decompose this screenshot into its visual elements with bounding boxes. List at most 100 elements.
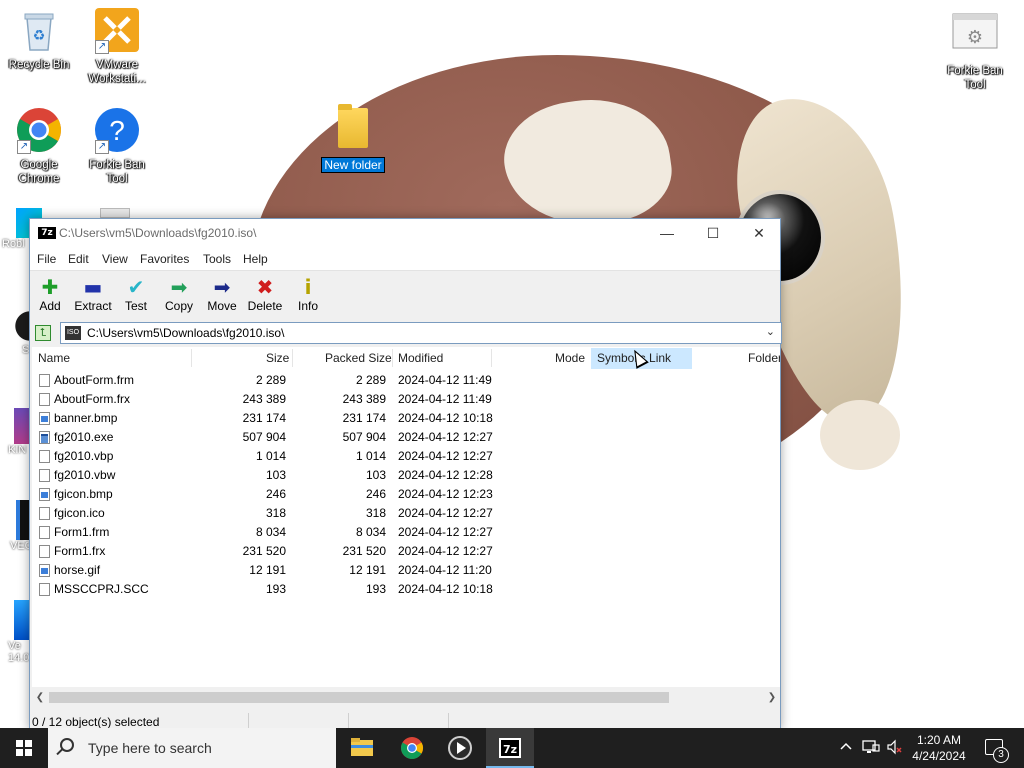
desktop-icon-label: Robl — [2, 238, 25, 250]
delete-button[interactable]: ✖ Delete — [243, 275, 287, 313]
7zip-app-icon: 7z — [38, 227, 56, 239]
file-name: fgicon.bmp — [54, 487, 113, 501]
column-divider[interactable] — [292, 349, 293, 367]
menu-edit[interactable]: Edit — [68, 252, 89, 266]
notification-badge: 3 — [993, 747, 1009, 763]
recycle-bin-icon: ♻ — [15, 6, 63, 54]
network-icon[interactable] — [862, 739, 880, 758]
column-divider[interactable] — [491, 349, 492, 367]
file-packed-size: 12 191 — [349, 563, 386, 577]
menu-file[interactable]: File — [37, 252, 56, 266]
start-button[interactable] — [0, 728, 48, 768]
desktop-icon-vmware[interactable]: ↗ VMware Workstati... — [79, 6, 155, 86]
move-label: Move — [207, 299, 237, 313]
test-button[interactable]: ✔ Test — [114, 275, 158, 313]
file-packed-size: 231 520 — [342, 544, 386, 558]
column-divider[interactable] — [191, 349, 192, 367]
copy-button[interactable]: ➡ Copy — [157, 275, 201, 313]
selection-status: 0 / 12 object(s) selected — [32, 715, 160, 729]
file-size: 2 289 — [255, 373, 286, 387]
file-list[interactable]: Name Size Packed Size Modified Mode Symb… — [32, 347, 780, 687]
table-row[interactable]: fgicon.bmp 246 246 2024-04-12 12:23 — [32, 485, 780, 504]
column-mode[interactable]: Mode — [555, 351, 585, 365]
file-packed-size: 2 289 — [355, 373, 386, 387]
chevron-up-icon[interactable] — [838, 739, 854, 758]
column-divider[interactable] — [392, 349, 393, 367]
extract-label: Extract — [74, 299, 112, 313]
file-name: Form1.frx — [54, 544, 106, 558]
info-label: Info — [297, 299, 318, 313]
horizontal-scrollbar[interactable]: ❮ ❯ — [32, 689, 780, 706]
taskbar-7zip[interactable]: 7z — [486, 728, 534, 768]
taskbar-media-player[interactable] — [436, 728, 484, 768]
scrollbar-thumb[interactable] — [49, 692, 669, 703]
desktop-icon-new-folder[interactable]: New folder — [318, 104, 388, 173]
column-size[interactable]: Size — [266, 351, 289, 365]
help-icon: ? ↗ — [93, 106, 141, 154]
table-row[interactable]: Form1.frx 231 520 231 520 2024-04-12 12:27 — [32, 542, 780, 561]
menu-tools[interactable]: Tools — [203, 252, 231, 266]
table-row[interactable]: AboutForm.frm 2 289 2 289 2024-04-12 11:49 — [32, 371, 780, 390]
clock-date: 4/24/2024 — [912, 749, 966, 763]
file-size: 193 — [265, 582, 286, 596]
taskbar-clock[interactable]: 1:20 AM 4/24/2024 — [905, 732, 973, 764]
search-box[interactable]: Type here to search — [48, 728, 336, 768]
shortcut-arrow-icon: ↗ — [95, 140, 109, 154]
table-row[interactable]: fg2010.vbp 1 014 1 014 2024-04-12 12:27 — [32, 447, 780, 466]
path-combobox[interactable]: ISO C:\Users\vm5\Downloads\fg2010.iso\ ⌄ — [60, 322, 782, 344]
column-modified[interactable]: Modified — [398, 351, 443, 365]
rename-input[interactable]: New folder — [321, 157, 385, 173]
maximize-button[interactable]: ☐ — [690, 219, 736, 248]
column-packed-size[interactable]: Packed Size — [325, 351, 392, 365]
play-icon — [448, 736, 472, 760]
table-row[interactable]: fg2010.vbw 103 103 2024-04-12 12:28 — [32, 466, 780, 485]
desktop-icon-forkie-ban-tool[interactable]: ? ↗ Forkie Ban Tool — [79, 106, 155, 186]
copy-arrow-icon: ➡ — [170, 275, 188, 299]
file-size: 8 034 — [255, 525, 286, 539]
address-bar: ⮤ ISO C:\Users\vm5\Downloads\fg2010.iso\… — [30, 320, 782, 346]
file-modified: 2024-04-12 12:23 — [398, 487, 493, 501]
file-modified: 2024-04-12 12:27 — [398, 525, 493, 539]
table-row[interactable]: MSSCCPRJ.SCC 193 193 2024-04-12 10:18 — [32, 580, 780, 599]
file-packed-size: 243 389 — [342, 392, 386, 406]
iso-icon: ISO — [65, 326, 81, 340]
menu-help[interactable]: Help — [243, 252, 268, 266]
taskbar-chrome[interactable] — [388, 728, 436, 768]
table-row[interactable]: fg2010.exe 507 904 507 904 2024-04-12 12:27 — [32, 428, 780, 447]
scroll-right-icon[interactable]: ❯ — [764, 690, 780, 705]
column-folder[interactable]: Folder — [748, 351, 780, 365]
menu-favorites[interactable]: Favorites — [140, 252, 189, 266]
move-button[interactable]: ➡ Move — [200, 275, 244, 313]
file-packed-size: 1 014 — [355, 449, 386, 463]
path-text[interactable]: C:\Users\vm5\Downloads\fg2010.iso\ — [87, 326, 284, 340]
file-name: horse.gif — [54, 563, 101, 577]
volume-muted-icon[interactable] — [886, 739, 904, 758]
menu-view[interactable]: View — [102, 252, 128, 266]
extract-button[interactable]: ▬ Extract — [71, 275, 115, 313]
info-button[interactable]: i Info — [286, 275, 330, 313]
status-divider — [248, 713, 249, 729]
test-label: Test — [124, 299, 147, 313]
table-row[interactable]: banner.bmp 231 174 231 174 2024-04-12 10:18 — [32, 409, 780, 428]
desktop-icon-partial[interactable]: Robl — [2, 208, 42, 264]
up-folder-icon[interactable]: ⮤ — [35, 325, 51, 341]
desktop-icon-forkie-ban-tool-2[interactable]: ⚙ Forkie Ban Tool — [937, 12, 1013, 92]
file-modified: 2024-04-12 10:18 — [398, 582, 493, 596]
file-icon — [39, 431, 50, 444]
desktop-icon-recycle-bin[interactable]: ♻ Recycle Bin — [1, 6, 77, 72]
title-bar[interactable]: 7z C:\Users\vm5\Downloads\fg2010.iso\ — … — [30, 219, 780, 248]
desktop-icon-chrome[interactable]: ↗ Google Chrome — [1, 106, 77, 186]
chevron-down-icon[interactable]: ⌄ — [766, 325, 775, 338]
table-row[interactable]: horse.gif 12 191 12 191 2024-04-12 11:20 — [32, 561, 780, 580]
scroll-left-icon[interactable]: ❮ — [32, 690, 48, 705]
minimize-button[interactable]: — — [644, 219, 690, 248]
table-row[interactable]: fgicon.ico 318 318 2024-04-12 12:27 — [32, 504, 780, 523]
table-row[interactable]: Form1.frm 8 034 8 034 2024-04-12 12:27 — [32, 523, 780, 542]
add-button[interactable]: ✚ Add — [28, 275, 72, 313]
taskbar-file-explorer[interactable] — [338, 728, 386, 768]
close-button[interactable]: ✕ — [736, 219, 782, 248]
status-divider — [348, 713, 349, 729]
table-row[interactable]: AboutForm.frx 243 389 243 389 2024-04-12 11… — [32, 390, 780, 409]
column-name[interactable]: Name — [38, 351, 70, 365]
file-name: fgicon.ico — [54, 506, 105, 520]
